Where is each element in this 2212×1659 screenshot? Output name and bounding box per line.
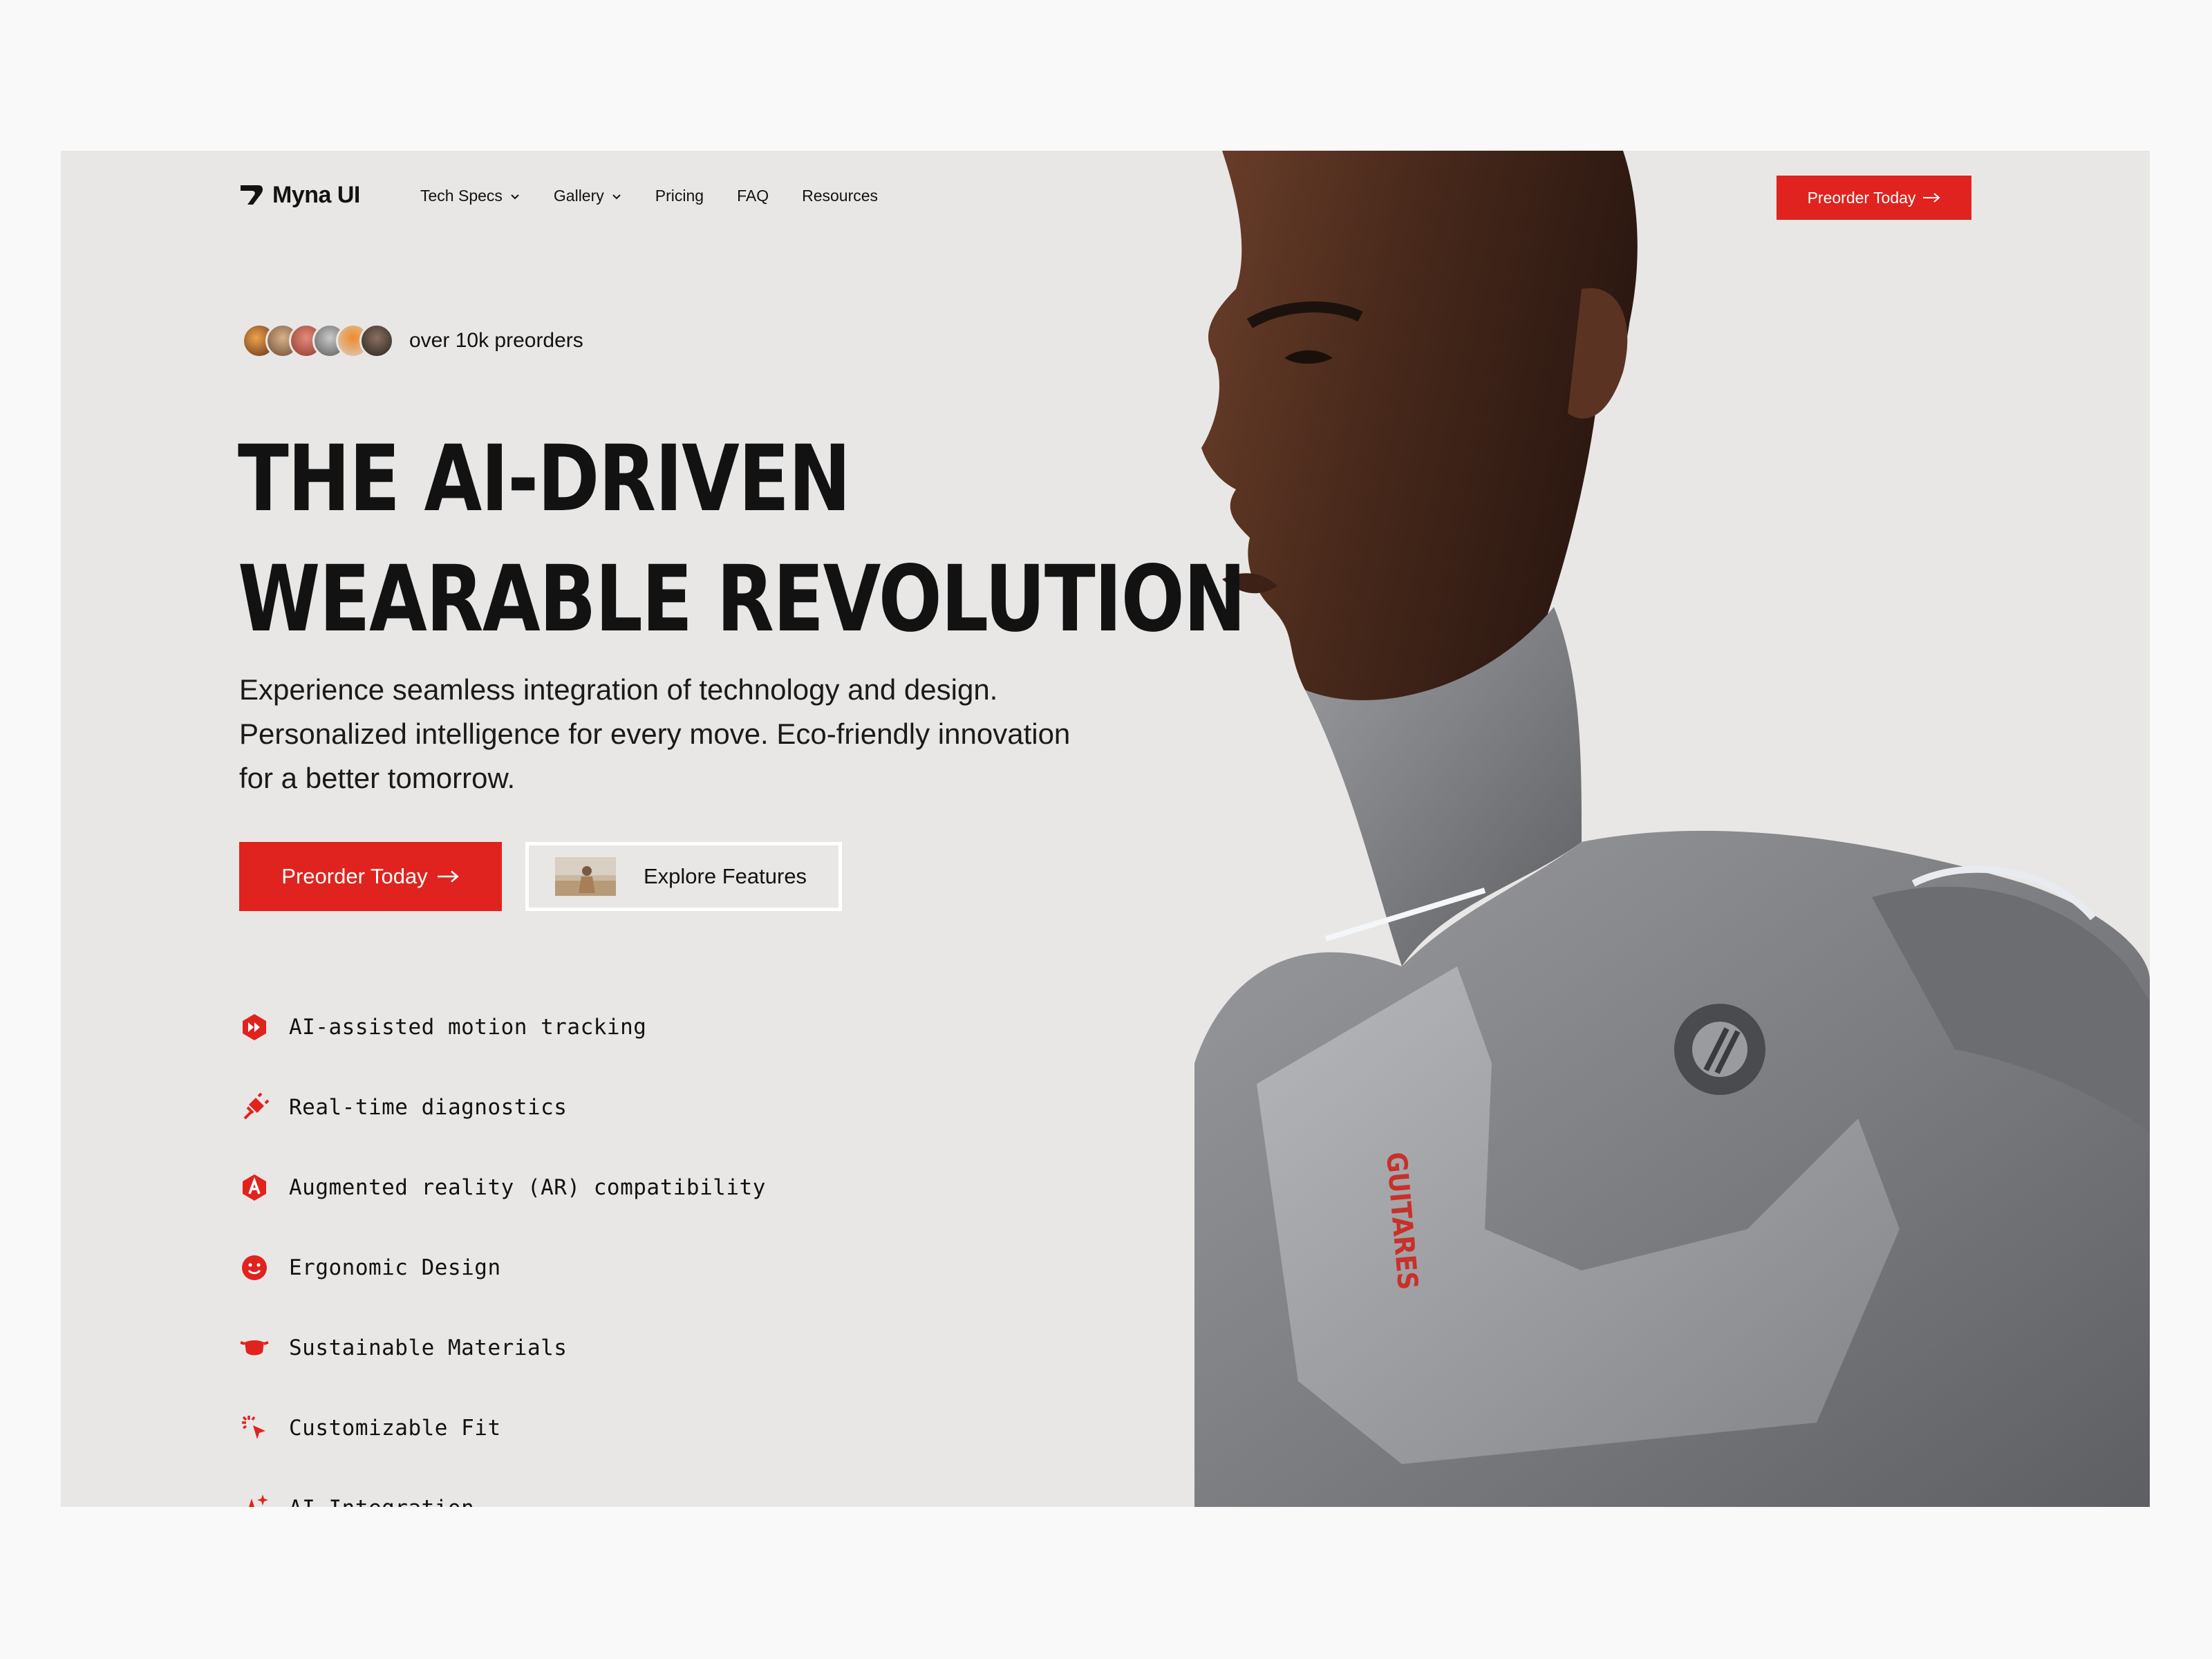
avatar — [359, 324, 394, 358]
nav-label: Gallery — [553, 187, 604, 205]
smile-face-icon — [242, 1255, 267, 1280]
arrow-right-icon — [1923, 193, 1940, 203]
main-nav: Tech Specs Gallery Pricing FAQ Resources — [420, 187, 878, 205]
hero-headline: THE AI-DRIVEN WEARABLE REVOLUTION — [238, 419, 1246, 659]
hero-subtext: Experience seamless integration of techn… — [239, 673, 1071, 794]
list-item: Customizable Fit — [239, 1388, 766, 1468]
myna-logo-icon — [241, 185, 263, 205]
list-item: AI-assisted motion tracking — [239, 987, 766, 1067]
feature-label: Real-time diagnostics — [289, 1095, 568, 1120]
plug-icon — [243, 1092, 270, 1120]
list-item: Augmented reality (AR) compatibility — [239, 1147, 766, 1228]
chevron-down-icon — [511, 194, 519, 199]
explore-features-label: Explore Features — [644, 864, 807, 888]
fast-forward-hexagon-icon — [243, 1014, 266, 1040]
feature-label: Ergonomic Design — [289, 1255, 501, 1280]
hero-image: GUITARES — [1194, 151, 2150, 1507]
sparkles-icon — [249, 1494, 268, 1507]
face-mask-icon — [240, 1340, 269, 1356]
list-item: Real-time diagnostics — [239, 1067, 766, 1147]
avatar-stack — [242, 324, 394, 358]
cursor-click-icon — [242, 1416, 265, 1439]
brand-logo[interactable]: Myna UI — [238, 181, 360, 209]
arrow-right-icon — [437, 870, 459, 883]
nav-faq[interactable]: FAQ — [737, 187, 769, 205]
feature-label: AI-assisted motion tracking — [289, 1015, 647, 1040]
preorders-count: over 10k preorders — [409, 329, 583, 352]
feature-label: AI Integration — [289, 1496, 474, 1507]
nav-label: Tech Specs — [420, 187, 503, 205]
list-item: AI Integration — [239, 1468, 766, 1507]
nav-preorder-label: Preorder Today — [1807, 188, 1916, 207]
model-in-suit-illustration: GUITARES — [1194, 151, 2150, 1507]
nav-gallery[interactable]: Gallery — [554, 187, 622, 205]
nav-label: FAQ — [737, 187, 769, 205]
feature-label: Augmented reality (AR) compatibility — [289, 1175, 766, 1200]
headline-line-1: THE AI-DRIVEN — [238, 426, 851, 532]
nav-pricing[interactable]: Pricing — [655, 187, 704, 205]
explore-features-button[interactable]: Explore Features — [525, 842, 842, 911]
feature-label: Sustainable Materials — [289, 1335, 568, 1360]
preorder-button[interactable]: Preorder Today — [239, 842, 502, 911]
list-item: Ergonomic Design — [239, 1228, 766, 1308]
nav-preorder-button[interactable]: Preorder Today — [1777, 176, 1971, 220]
nav-label: Pricing — [655, 187, 704, 205]
preorder-button-label: Preorder Today — [281, 864, 428, 888]
nav-label: Resources — [802, 187, 879, 205]
features-list: AI-assisted motion tracking Real-time di… — [239, 987, 766, 1507]
brand-name: Myna UI — [272, 181, 360, 208]
list-item: Sustainable Materials — [239, 1308, 766, 1388]
nav-tech-specs[interactable]: Tech Specs — [420, 187, 521, 205]
ar-hexagon-icon — [243, 1174, 266, 1201]
feature-label: Customizable Fit — [289, 1416, 501, 1441]
video-thumbnail — [555, 857, 616, 896]
headline-line-2: WEARABLE REVOLUTION — [238, 546, 1246, 653]
nav-resources[interactable]: Resources — [802, 187, 878, 205]
chevron-down-icon — [612, 194, 621, 199]
landing-page: GUITARES Myna UI Tech Specs Gallery Pric… — [61, 151, 2150, 1507]
preorders-social-proof: over 10k preorders — [242, 324, 583, 358]
